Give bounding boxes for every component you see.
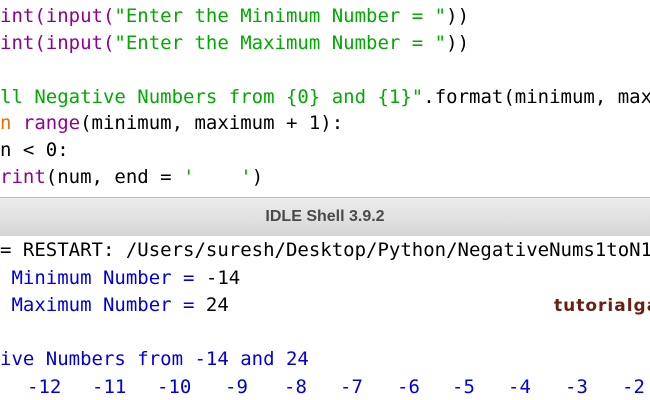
code-token: "Enter the Minimum Number = " — [114, 5, 447, 27]
code-line: int(input("Enter the Minimum Number = ")… — [0, 3, 469, 29]
code-token: .format(minimum, maxi — [423, 86, 650, 108]
code-token: int(input( — [0, 5, 115, 27]
negative-number: -4 — [508, 376, 531, 398]
code-line: int(input("Enter the Maximum Number = ")… — [0, 30, 469, 56]
code-token: ' ' — [183, 166, 252, 188]
code-token: n < 0: — [0, 139, 69, 161]
code-token: )) — [446, 5, 470, 27]
code-token: "Enter the Maximum Number = " — [114, 32, 447, 54]
code-editor[interactable]: int(input("Enter the Minimum Number = ")… — [0, 0, 650, 197]
code-token: int(input( — [0, 32, 115, 54]
code-token: (minimum, maximum + 1): — [80, 112, 344, 134]
code-token: range — [22, 112, 81, 134]
restart-line: = RESTART: /Users/suresh/Desktop/Python/… — [0, 239, 650, 261]
negative-number: -3 — [565, 376, 588, 398]
code-line: n range(minimum, maximum + 1): — [0, 110, 343, 136]
max-value: 24 — [205, 294, 229, 316]
min-value: -14 — [205, 267, 241, 289]
negative-number: -11 — [92, 376, 127, 398]
code-token: ll Negative Numbers from {0} and {1}" — [0, 86, 424, 108]
code-line: rint(num, end = ' ') — [0, 164, 263, 190]
max-line: Maximum Number = 24 — [0, 291, 229, 319]
code-token: rint — [0, 166, 46, 188]
result-heading: ive Numbers from -14 and 24 — [0, 348, 309, 370]
shell-title-bar[interactable]: IDLE Shell 3.9.2 — [0, 197, 650, 237]
negative-number: -8 — [284, 376, 307, 398]
negative-number: -7 — [340, 376, 363, 398]
code-token: (num, end = — [45, 166, 184, 188]
code-token: ) — [251, 166, 264, 188]
negative-number: -10 — [157, 376, 192, 398]
negative-number: -12 — [27, 376, 62, 398]
code-line: n < 0: — [0, 137, 69, 163]
code-token: n — [0, 112, 23, 134]
watermark-logo: tutorialga — [554, 296, 650, 316]
negative-number: -9 — [225, 376, 248, 398]
code-token: )) — [446, 32, 470, 54]
code-line: ll Negative Numbers from {0} and {1}".fo… — [0, 84, 650, 110]
min-line: Minimum Number = -14 — [0, 264, 240, 292]
window-title: IDLE Shell 3.9.2 — [265, 208, 385, 225]
negative-number: -2 — [622, 376, 645, 398]
min-prompt: Minimum Number = — [0, 267, 206, 289]
max-prompt: Maximum Number = — [0, 294, 206, 316]
negative-number: -6 — [397, 376, 420, 398]
negative-number: -5 — [452, 376, 475, 398]
